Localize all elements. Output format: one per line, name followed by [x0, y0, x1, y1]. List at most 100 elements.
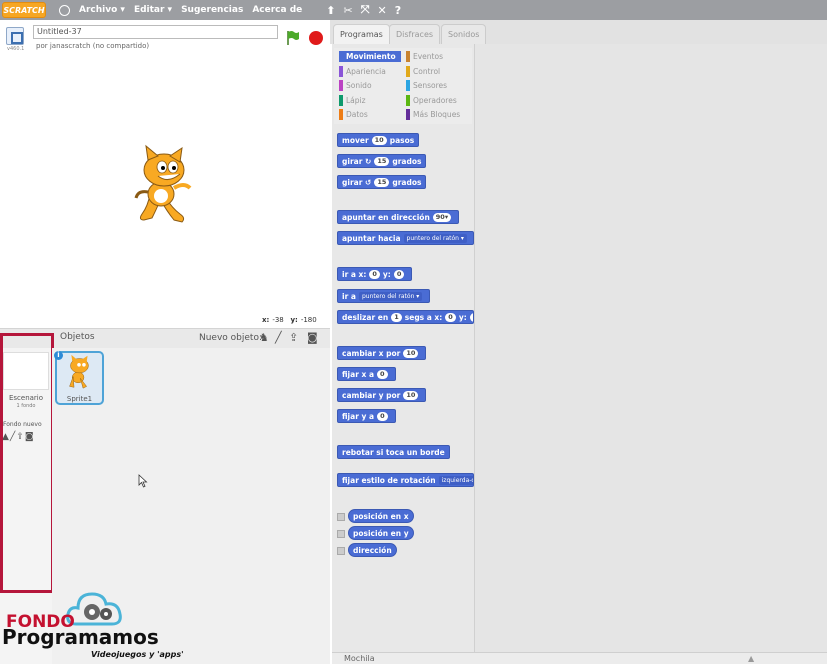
- category-eventos[interactable]: Eventos: [406, 51, 443, 62]
- checkbox-y-position[interactable]: [337, 530, 345, 538]
- script-area[interactable]: [474, 44, 827, 652]
- block-rotation-style[interactable]: fijar estilo de rotaciónizquierda-derech…: [337, 473, 474, 487]
- block-text: cambiar y por: [342, 390, 401, 400]
- block-input[interactable]: 0: [369, 269, 380, 279]
- block-move-steps[interactable]: mover 10 pasos: [337, 133, 420, 147]
- menu-acerca-de[interactable]: Acerca de: [252, 5, 302, 15]
- category-color-swatch: [339, 95, 343, 106]
- block-input[interactable]: 10: [403, 390, 419, 400]
- block-text: deslizar en: [342, 312, 389, 322]
- category-color-swatch: [406, 66, 410, 77]
- block-text: grados: [392, 177, 422, 187]
- grow-icon[interactable]: ⤧: [361, 3, 370, 17]
- paint-new-sprite-icon[interactable]: ╱: [275, 331, 282, 344]
- tab-sonidos[interactable]: Sonidos: [441, 24, 487, 44]
- choose-sprite-library-icon[interactable]: ♞: [259, 331, 269, 344]
- category-label: Sonido: [346, 81, 372, 90]
- block-turn-right[interactable]: girar ↻ 15 grados: [337, 154, 427, 168]
- checkbox-x-position[interactable]: [337, 513, 345, 521]
- backpack-toggle-icon[interactable]: ▲: [748, 654, 754, 663]
- cat-sprite-image[interactable]: [128, 144, 198, 224]
- block-input[interactable]: 0: [377, 411, 388, 421]
- category-label: Eventos: [413, 52, 443, 61]
- green-flag-icon[interactable]: [286, 30, 300, 46]
- category-apariencia[interactable]: Apariencia: [339, 66, 386, 77]
- block-input[interactable]: 10: [403, 348, 419, 358]
- highlight-box: [0, 333, 54, 593]
- category-lapiz[interactable]: Lápiz: [339, 95, 366, 106]
- block-glide[interactable]: deslizar en1segs a x:0y:0: [337, 310, 474, 324]
- scratch-logo[interactable]: SCRATCH: [2, 2, 46, 18]
- editor-tabs: Programas Disfraces Sonidos: [330, 20, 827, 44]
- block-point-direction[interactable]: apuntar en dirección 90▾: [337, 210, 460, 224]
- category-mas-bloques[interactable]: Más Bloques: [406, 109, 460, 120]
- block-input[interactable]: 0: [445, 312, 456, 322]
- language-globe-icon[interactable]: [59, 4, 70, 16]
- fullscreen-button[interactable]: [6, 27, 24, 45]
- block-text: pasos: [389, 135, 415, 145]
- block-input[interactable]: 0: [377, 369, 388, 379]
- block-change-x[interactable]: cambiar x por 10: [337, 346, 427, 360]
- block-goto-xy[interactable]: ir a x: 0 y: 0: [337, 267, 413, 281]
- checkbox-direction[interactable]: [337, 547, 345, 555]
- block-change-y[interactable]: cambiar y por 10: [337, 388, 427, 402]
- stop-button[interactable]: [309, 31, 323, 45]
- category-sonido[interactable]: Sonido: [339, 80, 372, 91]
- sprite-thumbnail-cat-icon: [69, 354, 89, 389]
- block-text: posición en y: [353, 528, 409, 538]
- reporter-direction[interactable]: dirección: [348, 543, 397, 557]
- turn-left-icon: ↺: [362, 177, 372, 187]
- block-text: y:: [382, 269, 391, 279]
- block-text: girar: [342, 156, 363, 166]
- block-input[interactable]: 0: [393, 269, 405, 279]
- category-label: Operadores: [413, 96, 457, 105]
- upload-sprite-icon[interactable]: ⇪: [289, 331, 298, 344]
- category-sensores[interactable]: Sensores: [406, 80, 447, 91]
- tab-disfraces[interactable]: Disfraces: [389, 24, 441, 44]
- block-text: cambiar x por: [342, 348, 401, 358]
- shrink-icon[interactable]: ✕: [378, 4, 387, 17]
- block-goto[interactable]: ir a puntero del ratón ▾: [337, 289, 431, 303]
- block-text: girar: [342, 177, 363, 187]
- menu-archivo[interactable]: Archivo ▾: [79, 5, 125, 15]
- turn-right-icon: ↻: [362, 156, 372, 166]
- block-input[interactable]: 90▾: [432, 212, 452, 222]
- camera-sprite-icon[interactable]: ◙: [307, 331, 318, 344]
- cut-icon[interactable]: ✂: [343, 4, 352, 17]
- block-input[interactable]: 10: [371, 135, 387, 145]
- project-title-input[interactable]: Untitled-37: [33, 25, 278, 39]
- category-label: Datos: [346, 110, 368, 119]
- menu-sugerencias[interactable]: Sugerencias: [181, 5, 243, 15]
- block-set-x[interactable]: fijar x a0: [337, 367, 396, 381]
- help-icon[interactable]: ?: [395, 4, 401, 17]
- block-text: fijar x a: [342, 369, 375, 379]
- category-label: Más Bloques: [413, 110, 461, 119]
- category-operadores[interactable]: Operadores: [406, 95, 457, 106]
- block-point-towards[interactable]: apuntar hacia puntero del ratón ▾: [337, 231, 474, 245]
- block-set-y[interactable]: fijar y a0: [337, 409, 396, 423]
- block-text: apuntar hacia: [342, 233, 401, 243]
- category-color-swatch: [339, 109, 343, 120]
- reporter-y-position[interactable]: posición en y: [348, 526, 414, 540]
- block-dropdown[interactable]: puntero del ratón ▾: [358, 291, 423, 301]
- watermark-brand: Programamos: [2, 625, 159, 649]
- block-input[interactable]: 15: [374, 156, 390, 166]
- category-control[interactable]: Control: [406, 66, 440, 77]
- category-datos[interactable]: Datos: [339, 109, 368, 120]
- stamp-icon[interactable]: ⬆: [326, 4, 335, 17]
- y-coord-label: y:: [290, 316, 298, 324]
- category-movimiento[interactable]: Movimiento: [339, 51, 401, 62]
- block-input[interactable]: 1: [391, 312, 402, 322]
- block-input[interactable]: 15: [374, 177, 390, 187]
- tab-programas[interactable]: Programas: [333, 24, 390, 44]
- sprite-info-icon[interactable]: i: [54, 351, 63, 360]
- block-text: fijar estilo de rotación: [342, 475, 436, 485]
- block-bounce-edge[interactable]: rebotar si toca un borde: [337, 445, 450, 459]
- menu-editar[interactable]: Editar ▾: [134, 5, 172, 15]
- block-dropdown[interactable]: puntero del ratón ▾: [403, 233, 467, 243]
- block-turn-left[interactable]: girar ↺ 15 grados: [337, 175, 427, 189]
- reporter-x-position[interactable]: posición en x: [348, 509, 414, 523]
- block-dropdown[interactable]: izquierda-derecha ▾: [438, 475, 473, 485]
- gears-cloud-logo-icon: [66, 592, 122, 626]
- stage-canvas[interactable]: [0, 52, 330, 314]
